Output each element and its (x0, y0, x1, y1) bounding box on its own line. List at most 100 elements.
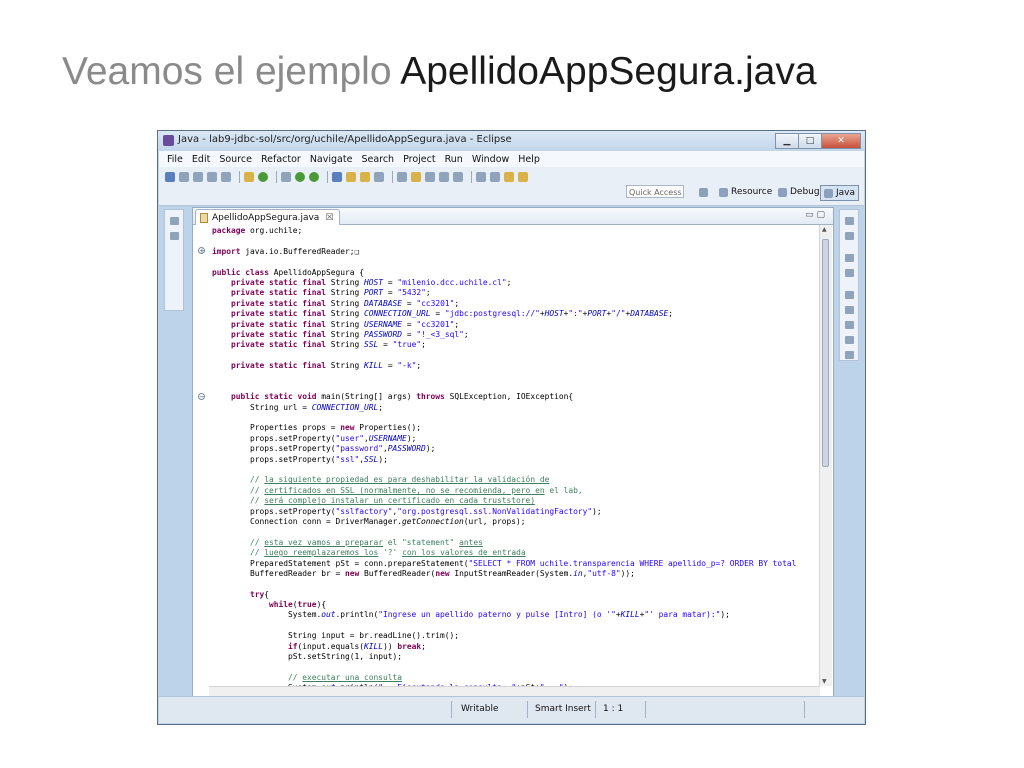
code-line: props.setProperty("ssl",SSL); (212, 454, 388, 464)
code-line: pSt.setString(1, input); (212, 652, 403, 662)
new-dropdown-icon[interactable] (179, 172, 189, 182)
code-line: // será complejo instalar un certificado… (250, 496, 536, 506)
save-icon[interactable] (193, 172, 203, 182)
perspective-resource[interactable]: Resource (719, 185, 772, 199)
editor-tabstrip: ApellidoAppSegura.java ☒ ▭ ▢ (193, 208, 833, 225)
run-icon[interactable] (295, 172, 305, 182)
restore-view-icon[interactable] (844, 291, 854, 299)
build-icon[interactable] (244, 172, 254, 182)
block-selection-icon[interactable] (453, 172, 463, 182)
code-line: while(true){ (269, 600, 327, 610)
code-line: System.out.println("Ingrese un apellido … (212, 610, 730, 620)
status-divider (645, 701, 646, 718)
window-title: Java - lab9-jdbc-sol/src/org/uchile/Apel… (178, 134, 512, 145)
search-icon[interactable] (397, 172, 407, 182)
debug-icon[interactable] (281, 172, 291, 182)
scroll-down-icon[interactable]: ▼ (822, 678, 827, 685)
declaration-icon[interactable] (844, 336, 854, 344)
task-list-icon[interactable] (844, 232, 854, 240)
previous-annotation-icon[interactable] (490, 172, 500, 182)
new-icon[interactable] (165, 172, 175, 182)
editor-vertical-scrollbar[interactable]: ▲ ▼ (819, 225, 832, 686)
forward-icon[interactable] (518, 172, 528, 182)
save-all-icon[interactable] (207, 172, 217, 182)
perspective-java[interactable]: Java (820, 185, 860, 201)
new-class-icon[interactable] (360, 172, 370, 182)
toolbar-separator (471, 171, 472, 183)
code-line: PreparedStatement pSt = conn.prepareStat… (212, 558, 797, 568)
code-line: // certificados en SSL (normalmente, no … (250, 485, 583, 495)
restore-view-icon[interactable] (844, 254, 854, 262)
left-view-stack (164, 209, 184, 311)
mark-occurrences-icon[interactable] (411, 172, 421, 182)
back-icon[interactable] (504, 172, 514, 182)
code-line: Properties props = new Properties(); (212, 423, 422, 433)
next-annotation-icon[interactable] (476, 172, 486, 182)
code-line: private static final String PASSWORD = "… (231, 329, 469, 339)
console-icon[interactable] (844, 351, 854, 359)
maximize-button[interactable]: □ (798, 133, 821, 149)
menu-source[interactable]: Source (219, 154, 252, 165)
editor-horizontal-scrollbar[interactable] (209, 686, 820, 696)
restore-view-icon[interactable] (169, 217, 179, 225)
code-line: String input = br.readLine().trim(); (212, 631, 460, 641)
right-view-stack (839, 209, 859, 361)
code-line: props.setProperty("password",PASSWORD); (212, 444, 436, 454)
source-code[interactable]: package org.uchile; import java.io.Buffe… (212, 226, 818, 686)
code-line: String url = CONNECTION_URL; (212, 402, 384, 412)
fold-import-icon[interactable]: + (198, 247, 205, 255)
code-line: if(input.equals(KILL)) break; (288, 641, 426, 651)
scroll-up-icon[interactable]: ▲ (822, 226, 827, 233)
refresh-icon[interactable] (258, 172, 268, 182)
code-editor: ApellidoAppSegura.java ☒ ▭ ▢ + − package… (192, 207, 834, 697)
open-perspective-button[interactable] (699, 185, 711, 199)
new-java-project-icon[interactable] (332, 172, 342, 182)
scrollbar-thumb[interactable] (822, 239, 829, 467)
slide-title-lead: Veamos el ejemplo (62, 50, 392, 93)
menu-help[interactable]: Help (518, 154, 540, 165)
package-explorer-icon[interactable] (169, 232, 179, 240)
outline-icon[interactable] (844, 269, 854, 277)
toolbar-separator (276, 171, 277, 183)
menu-refactor[interactable]: Refactor (261, 154, 301, 165)
menu-search[interactable]: Search (361, 154, 394, 165)
eclipse-window: Java - lab9-jdbc-sol/src/org/uchile/Apel… (157, 130, 866, 725)
menu-navigate[interactable]: Navigate (310, 154, 353, 165)
editor-minimize-maximize[interactable]: ▭ ▢ (805, 210, 825, 220)
menu-window[interactable]: Window (472, 154, 509, 165)
code-line: try{ (250, 589, 270, 599)
javadoc-icon[interactable] (844, 321, 854, 329)
editor-gutter: + − (193, 225, 209, 686)
print-icon[interactable] (221, 172, 231, 182)
code-line: // la siguiente propiedad es para deshab… (250, 475, 550, 485)
minimize-button[interactable]: ▁ (775, 133, 798, 149)
menu-edit[interactable]: Edit (192, 154, 210, 165)
open-type-icon[interactable] (374, 172, 384, 182)
menu-project[interactable]: Project (403, 154, 436, 165)
status-insert-mode: Smart Insert (535, 704, 591, 714)
menu-file[interactable]: File (167, 154, 183, 165)
status-cursor-position: 1 : 1 (603, 704, 624, 714)
perspective-debug[interactable]: Debug (778, 185, 820, 199)
code-line: import java.io.BufferedReader;❑ (212, 246, 360, 256)
run-external-icon[interactable] (309, 172, 319, 182)
code-line: private static final String HOST = "mile… (231, 277, 512, 287)
quick-access-input[interactable]: Quick Access (626, 185, 684, 198)
code-line: BufferedReader br = new BufferedReader(n… (212, 568, 635, 578)
fold-main-icon[interactable]: − (198, 393, 205, 401)
editor-tab[interactable]: ApellidoAppSegura.java ☒ (195, 209, 341, 225)
menu-run[interactable]: Run (445, 154, 463, 165)
new-package-icon[interactable] (346, 172, 356, 182)
close-tab-icon[interactable]: ☒ (325, 213, 333, 223)
show-whitespace-icon[interactable] (439, 172, 449, 182)
restore-view-icon[interactable] (844, 217, 854, 225)
close-button[interactable]: ✕ (821, 133, 861, 149)
word-wrap-icon[interactable] (425, 172, 435, 182)
window-titlebar[interactable]: Java - lab9-jdbc-sol/src/org/uchile/Apel… (158, 131, 865, 151)
problems-icon[interactable] (844, 306, 854, 314)
slide-title: Veamos el ejemplo ApellidoAppSegura.java (62, 44, 817, 100)
